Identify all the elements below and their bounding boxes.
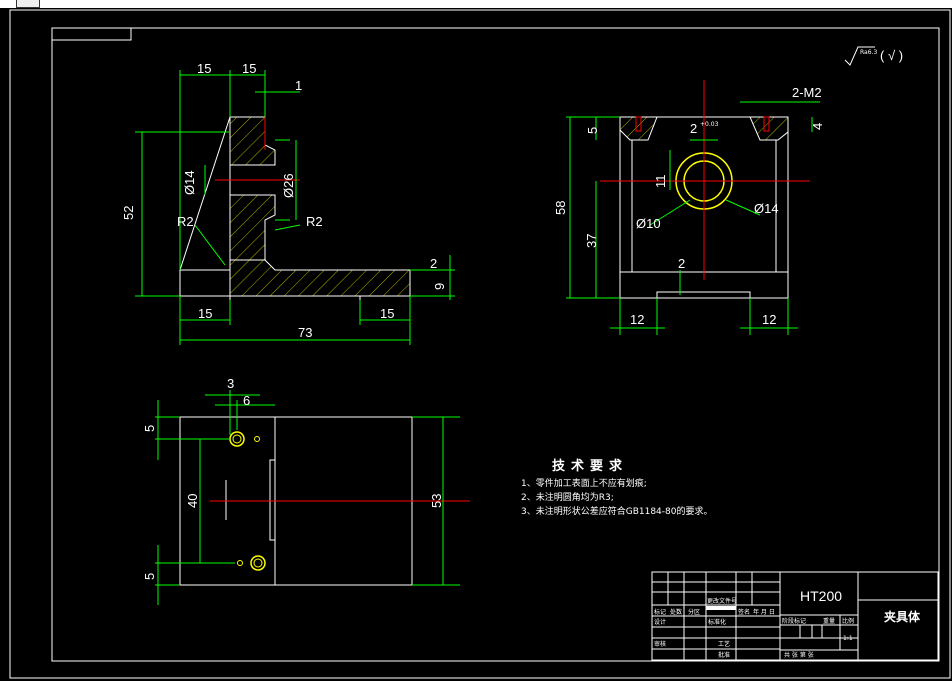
dim-5-a: 5 [142,425,157,432]
tech-title: 技术要求 [552,458,628,474]
tb-approve: 批准 [718,651,730,659]
roughness-suffix: ( √ ) [880,48,903,63]
dim-15-d: 15 [380,306,394,321]
drawing-canvas: Ra6.3 ( √ ) 15 15 1 52 Ø14 Ø26 R2 R2 2 9… [9,9,951,679]
dim-r2-a: R2 [177,214,194,229]
tb-standardize: 标准化 [708,618,726,626]
tb-check: 审核 [654,640,666,648]
dim-2: 2 [430,256,437,271]
dim-r2-b: R2 [306,214,323,229]
dim-11: 11 [653,175,668,189]
dim-53: 53 [429,494,444,508]
dim-12-b: 12 [762,312,776,327]
dim-5-b: 5 [142,573,157,580]
dim-dia14: Ø14 [182,170,197,195]
tb-zone: 分区 [688,608,700,616]
tech-requirements: 技术要求 1、零件加工表面上不应有划痕; 2、未注明圆角均为R3; 3、未注明形… [521,458,712,517]
dim-73: 73 [298,325,312,340]
tech-item-3: 3、未注明形状公差应符合GB1184-80的要求。 [521,505,712,517]
dim-2-m2: 2-M2 [792,85,822,100]
corner-label-box [51,27,132,41]
tb-mark: 标记 [654,608,666,616]
tech-item-1: 1、零件加工表面上不应有划痕; [521,477,647,489]
tb-stage-mark: 阶段标记 [782,617,806,625]
tb-weight: 重量 [823,617,835,625]
top-hole-1 [229,431,245,447]
tech-item-2: 2、未注明圆角均为R3; [521,491,614,503]
front-base [229,259,411,297]
dim-dia14-side: Ø14 [754,201,779,216]
dim-5: 5 [585,127,600,134]
dim-3: 3 [227,376,234,391]
dim-37: 37 [584,234,599,248]
top-view: 3 6 5 40 53 5 [142,376,470,605]
dim-12-a: 12 [630,312,644,327]
tb-craft: 工艺 [718,640,730,648]
front-column-top [229,116,276,166]
roughness-value: Ra6.3 [860,49,877,56]
top-hole-2 [250,555,266,571]
dim-dia10: Ø10 [636,216,661,231]
tb-scale: 比例 [842,617,854,625]
dim-9: 9 [432,283,447,290]
tb-scale-value: 1:1 [843,635,853,642]
side-view: 2-M2 5 4 58 2 +0.03 11 37 Ø10 Ø14 2 12 1… [553,80,825,335]
front-view: 15 15 1 52 Ø14 Ø26 R2 R2 2 9 15 15 73 [121,61,455,345]
tolerance: +0.03 [700,121,719,128]
dim-52: 52 [121,206,136,220]
dim-40: 40 [185,494,200,508]
tb-design: 设计 [654,618,666,626]
tb-count: 处数 [670,608,682,616]
dim-15-b: 15 [242,61,256,76]
tb-sheets: 共 张 第 张 [784,651,814,659]
dim-2-slot: 2 [690,121,697,136]
dim-58: 58 [553,201,568,215]
part-name: 夹具体 [884,609,921,624]
tb-date: 年 月 日 [753,608,775,616]
dim-2-bottom: 2 [678,256,685,271]
dim-15-a: 15 [197,61,211,76]
dim-dia26: Ø26 [281,173,296,198]
dim-6: 6 [243,393,250,408]
dim-1: 1 [295,78,302,93]
material: HT200 [800,588,842,604]
drawing-border [51,27,940,662]
tb-sign: 签名 [738,608,750,616]
tb-change-doc: 更改文件号 [707,597,737,605]
roughness-symbol: Ra6.3 ( √ ) [844,46,903,66]
front-column-mid [229,194,276,261]
dim-15-c: 15 [198,306,212,321]
dim-4: 4 [810,123,825,130]
